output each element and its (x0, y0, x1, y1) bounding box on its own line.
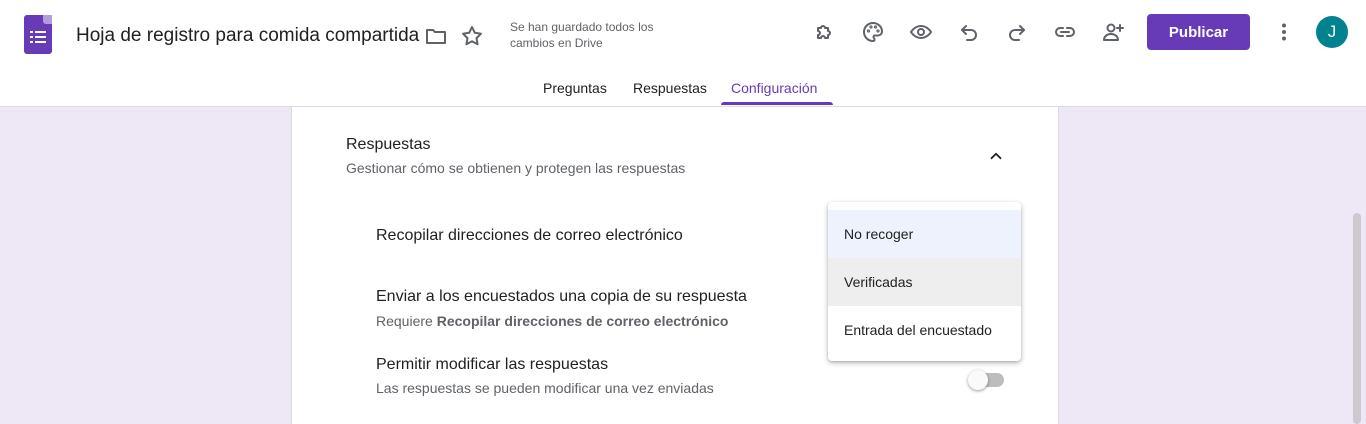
star-icon[interactable] (458, 22, 486, 50)
publish-button[interactable]: Publicar (1147, 14, 1250, 50)
link-icon[interactable] (1051, 18, 1079, 46)
palette-icon[interactable] (859, 18, 887, 46)
tab-configuracion[interactable]: Configuración (731, 80, 817, 96)
option-no-recoger[interactable]: No recoger (828, 210, 1021, 258)
collect-emails-dropdown-menu: No recoger Verificadas Entrada del encue… (828, 202, 1021, 361)
section-subtitle: Gestionar cómo se obtienen y protegen la… (346, 160, 686, 176)
chevron-up-icon[interactable] (982, 144, 1010, 168)
avatar[interactable]: J (1316, 16, 1348, 48)
send-copy-title: Enviar a los encuestados una copia de su… (376, 288, 747, 305)
section-title: Respuestas (346, 136, 431, 153)
tab-respuestas[interactable]: Respuestas (633, 80, 707, 96)
add-person-icon[interactable] (1099, 18, 1127, 46)
send-copy-requires-prefix: Requiere (376, 313, 437, 329)
send-copy-requires-setting: Recopilar direcciones de correo electrón… (436, 313, 729, 329)
tab-bar: Preguntas Respuestas Configuración (0, 72, 1366, 107)
option-entrada-del-encuestado[interactable]: Entrada del encuestado (828, 306, 1021, 354)
app-header: Hoja de registro para comida compartida … (0, 0, 1366, 107)
more-vert-icon[interactable] (1270, 18, 1298, 46)
option-verificadas[interactable]: Verificadas (828, 258, 1021, 306)
allow-edit-toggle[interactable] (968, 369, 1006, 390)
tab-preguntas[interactable]: Preguntas (543, 80, 607, 96)
document-title[interactable]: Hoja de registro para comida compartida (76, 25, 419, 47)
allow-edit-title: Permitir modificar las respuestas (376, 356, 609, 373)
save-status: Se han guardado todos los cambios en Dri… (510, 20, 654, 50)
eye-preview-icon[interactable] (907, 18, 935, 46)
send-copy-subtitle: Requiere Recopilar direcciones de correo… (376, 313, 728, 329)
undo-icon[interactable] (955, 18, 983, 46)
forms-logo-icon[interactable] (24, 15, 52, 54)
toggle-knob (968, 370, 988, 390)
collect-emails-title: Recopilar direcciones de correo electrón… (376, 227, 683, 244)
allow-edit-subtitle: Las respuestas se pueden modificar una v… (376, 380, 714, 396)
folder-icon[interactable] (422, 22, 450, 50)
active-tab-indicator (721, 102, 833, 105)
addon-puzzle-icon[interactable] (811, 18, 839, 46)
redo-icon[interactable] (1003, 18, 1031, 46)
page-scrollbar[interactable] (1353, 213, 1361, 424)
